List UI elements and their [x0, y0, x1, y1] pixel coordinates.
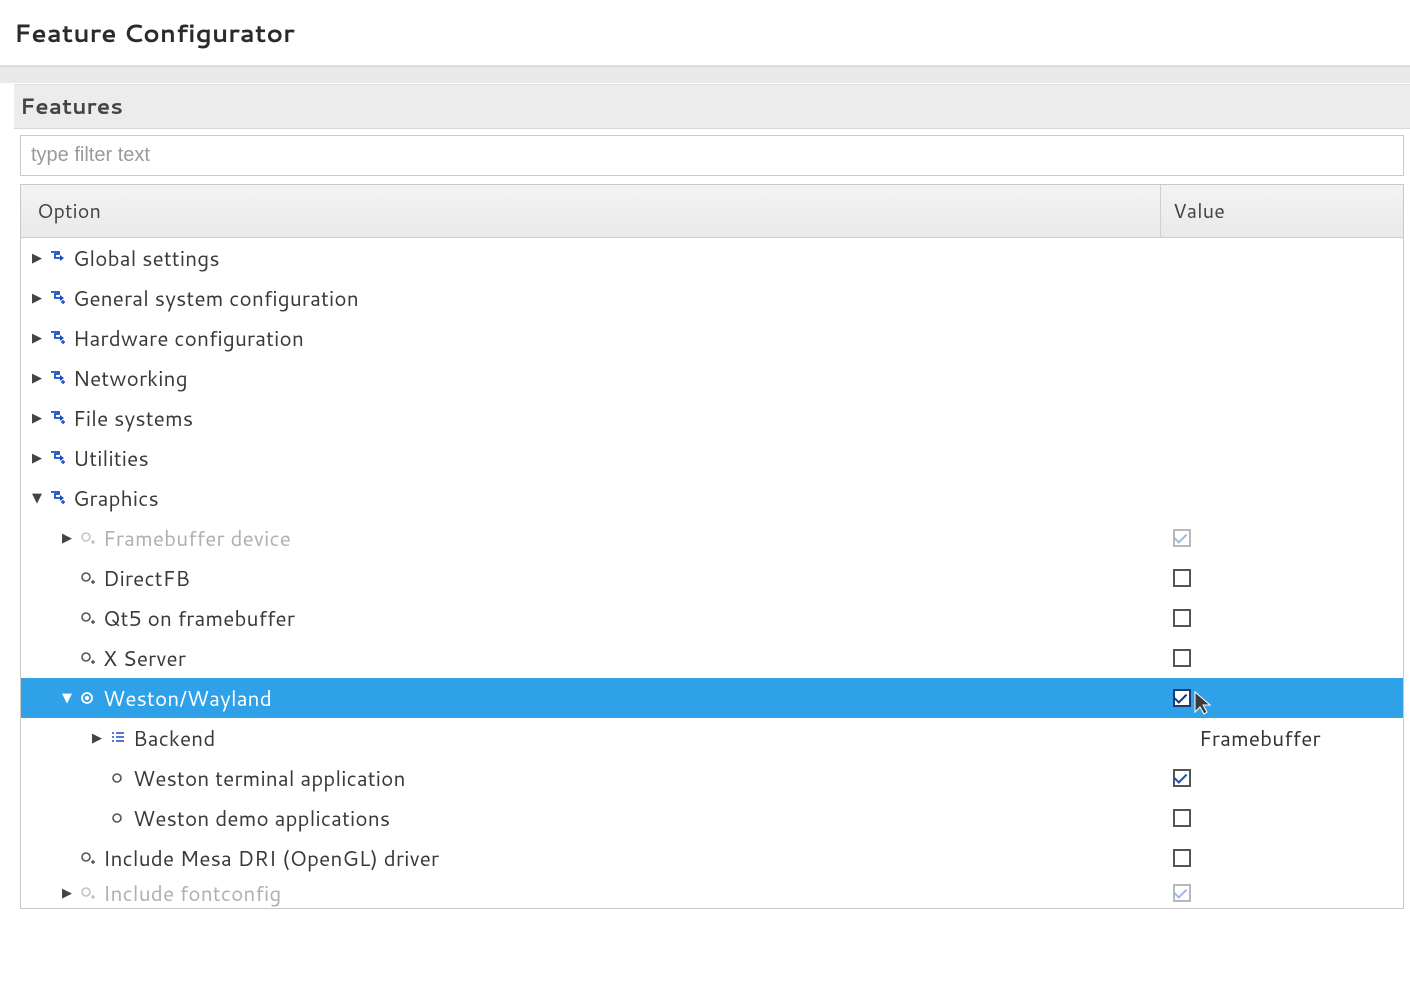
list-icon [107, 730, 129, 746]
value-checkbox[interactable] [1173, 569, 1191, 587]
top-spacer-bar [0, 66, 1410, 84]
tree-item-label: Hardware configuration [71, 323, 304, 353]
section-icon [47, 330, 69, 346]
chevron-right-icon[interactable]: ▶ [27, 249, 47, 267]
column-option-header[interactable]: Option [21, 185, 1161, 237]
tree-item-include-mesa-dri[interactable]: ▶ Include Mesa DRI (OpenGL) driver [21, 838, 1403, 878]
twisty-placeholder: ▶ [57, 849, 77, 867]
tree-item-label: Backend [131, 723, 215, 753]
section-icon [47, 250, 69, 266]
tree-item-framebuffer-device[interactable]: ▶ Framebuffer device [21, 518, 1403, 558]
section-icon [47, 450, 69, 466]
tree-item-label: X Server [101, 643, 186, 673]
features-panel-title: Features [14, 84, 1410, 129]
tree-item-label: File systems [71, 403, 193, 433]
option-icon [77, 850, 99, 866]
tree-item-label: Framebuffer device [101, 523, 291, 553]
tree-item-graphics[interactable]: ▼ Graphics [21, 478, 1403, 518]
tree-item-x-server[interactable]: ▶ X Server [21, 638, 1403, 678]
value-checkbox [1173, 529, 1191, 547]
tree-item-label: Weston terminal application [131, 763, 406, 793]
tree-item-weston-demo-applications[interactable]: ▶ Weston demo applications [21, 798, 1403, 838]
chevron-right-icon[interactable]: ▶ [57, 529, 77, 547]
chevron-right-icon[interactable]: ▶ [87, 729, 107, 747]
tree-item-label: Include Mesa DRI (OpenGL) driver [101, 843, 439, 873]
tree-item-file-systems[interactable]: ▶ File systems [21, 398, 1403, 438]
tree-item-backend[interactable]: ▶ Backend Framebuffer [21, 718, 1403, 758]
section-icon [47, 370, 69, 386]
option-icon [77, 570, 99, 586]
twisty-placeholder: ▶ [57, 649, 77, 667]
tree-item-hardware-configuration[interactable]: ▶ Hardware configuration [21, 318, 1403, 358]
twisty-placeholder: ▶ [57, 569, 77, 587]
tree-item-general-system-configuration[interactable]: ▶ General system configuration [21, 278, 1403, 318]
option-icon [77, 530, 99, 546]
column-value-header[interactable]: Value [1161, 185, 1403, 237]
option-icon [107, 810, 129, 826]
tree-item-include-fontconfig[interactable]: ▶ Include fontconfig [21, 878, 1403, 908]
tree-item-directfb[interactable]: ▶ DirectFB [21, 558, 1403, 598]
value-checkbox[interactable] [1173, 689, 1191, 707]
option-icon [77, 610, 99, 626]
value-checkbox[interactable] [1173, 609, 1191, 627]
chevron-right-icon[interactable]: ▶ [27, 409, 47, 427]
chevron-down-icon[interactable]: ▼ [57, 689, 77, 707]
value-checkbox[interactable] [1173, 649, 1191, 667]
tree-item-label: Qt5 on framebuffer [101, 603, 295, 633]
chevron-right-icon[interactable]: ▶ [27, 449, 47, 467]
twisty-placeholder: ▶ [87, 809, 107, 827]
page-title: Feature Configurator [0, 0, 1410, 65]
filter-wrap [14, 129, 1410, 184]
tree-item-label: Global settings [71, 243, 220, 273]
option-icon [77, 650, 99, 666]
twisty-placeholder: ▶ [87, 769, 107, 787]
chevron-right-icon[interactable]: ▶ [27, 369, 47, 387]
tree-item-global-settings[interactable]: ▶ Global settings [21, 238, 1403, 278]
tree-item-label: Utilities [71, 443, 149, 473]
tree-item-qt5-on-framebuffer[interactable]: ▶ Qt5 on framebuffer [21, 598, 1403, 638]
features-panel: Features Option Value ▶ Global settings [14, 84, 1410, 909]
tree-item-label: Weston/Wayland [101, 683, 272, 713]
value-text[interactable]: Framebuffer [1173, 723, 1321, 753]
twisty-placeholder: ▶ [57, 609, 77, 627]
tree-item-label: Include fontconfig [101, 878, 281, 908]
tree-item-label: General system configuration [71, 283, 359, 313]
option-icon [107, 770, 129, 786]
cursor-icon [1193, 690, 1215, 716]
value-checkbox[interactable] [1173, 849, 1191, 867]
tree-item-networking[interactable]: ▶ Networking [21, 358, 1403, 398]
tree-item-weston-wayland[interactable]: ▼ Weston/Wayland [21, 678, 1403, 718]
tree-item-label: Graphics [71, 483, 159, 513]
radio-selected-icon [77, 690, 99, 706]
column-headers: Option Value [21, 185, 1403, 238]
chevron-right-icon[interactable]: ▶ [27, 329, 47, 347]
chevron-down-icon[interactable]: ▼ [27, 489, 47, 507]
tree-item-label: DirectFB [101, 563, 190, 593]
filter-input[interactable] [20, 135, 1404, 176]
tree-rows: ▶ Global settings ▶ General system confi… [21, 238, 1403, 908]
value-checkbox[interactable] [1173, 809, 1191, 827]
tree-item-weston-terminal-application[interactable]: ▶ Weston terminal application [21, 758, 1403, 798]
tree-item-label: Weston demo applications [131, 803, 390, 833]
section-icon [47, 410, 69, 426]
chevron-right-icon[interactable]: ▶ [27, 289, 47, 307]
section-icon [47, 490, 69, 506]
tree-item-label: Networking [71, 363, 188, 393]
tree-table: Option Value ▶ Global settings ▶ [20, 184, 1404, 909]
value-checkbox[interactable] [1173, 769, 1191, 787]
tree-item-utilities[interactable]: ▶ Utilities [21, 438, 1403, 478]
option-icon [77, 885, 99, 901]
chevron-right-icon[interactable]: ▶ [57, 884, 77, 902]
value-checkbox [1173, 884, 1191, 902]
section-icon [47, 290, 69, 306]
